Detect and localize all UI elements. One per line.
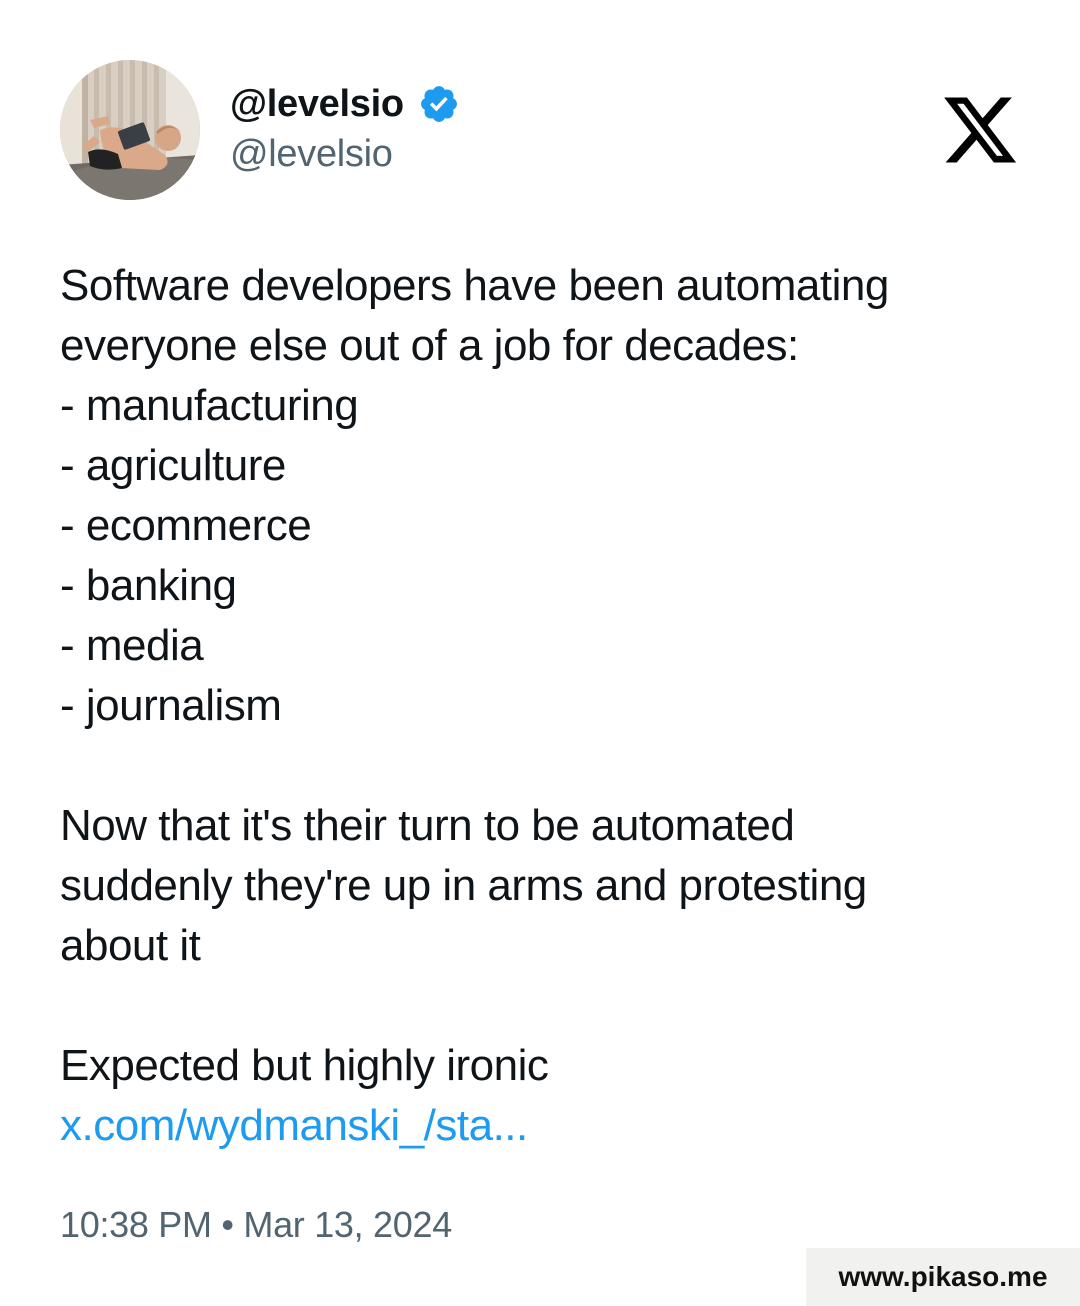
tweet-line: about it xyxy=(60,921,201,970)
tweet-line: everyone else out of a job for decades: xyxy=(60,321,799,370)
tweet-line: - banking xyxy=(60,561,237,610)
tweet-text: Software developers have been automating… xyxy=(60,256,1020,1156)
watermark: www.pikaso.me xyxy=(806,1248,1080,1306)
watermark-text: www.pikaso.me xyxy=(838,1261,1048,1292)
x-logo-icon[interactable] xyxy=(940,90,1020,170)
display-name[interactable]: @levelsio xyxy=(230,83,404,126)
tweet-line: - ecommerce xyxy=(60,501,312,550)
tweet-link[interactable]: x.com/wydmanski_/sta... xyxy=(60,1096,1020,1156)
tweet-line: suddenly they're up in arms and protesti… xyxy=(60,861,867,910)
author-handle[interactable]: @levelsio xyxy=(230,133,393,176)
avatar-photo xyxy=(60,60,200,200)
tweet-line: Software developers have been automating xyxy=(60,261,889,310)
author-avatar[interactable] xyxy=(60,60,200,200)
tweet-line: - media xyxy=(60,621,204,670)
tweet-timestamp[interactable]: 10:38 PM • Mar 13, 2024 xyxy=(60,1204,452,1246)
author-name-row: @levelsio xyxy=(230,78,460,130)
tweet-line: Now that it's their turn to be automated xyxy=(60,801,795,850)
tweet-line: - journalism xyxy=(60,681,282,730)
verified-badge-icon xyxy=(418,83,460,125)
tweet-line: - agriculture xyxy=(60,441,286,490)
tweet-line: Expected but highly ironic xyxy=(60,1041,549,1090)
tweet-line: - manufacturing xyxy=(60,381,359,430)
